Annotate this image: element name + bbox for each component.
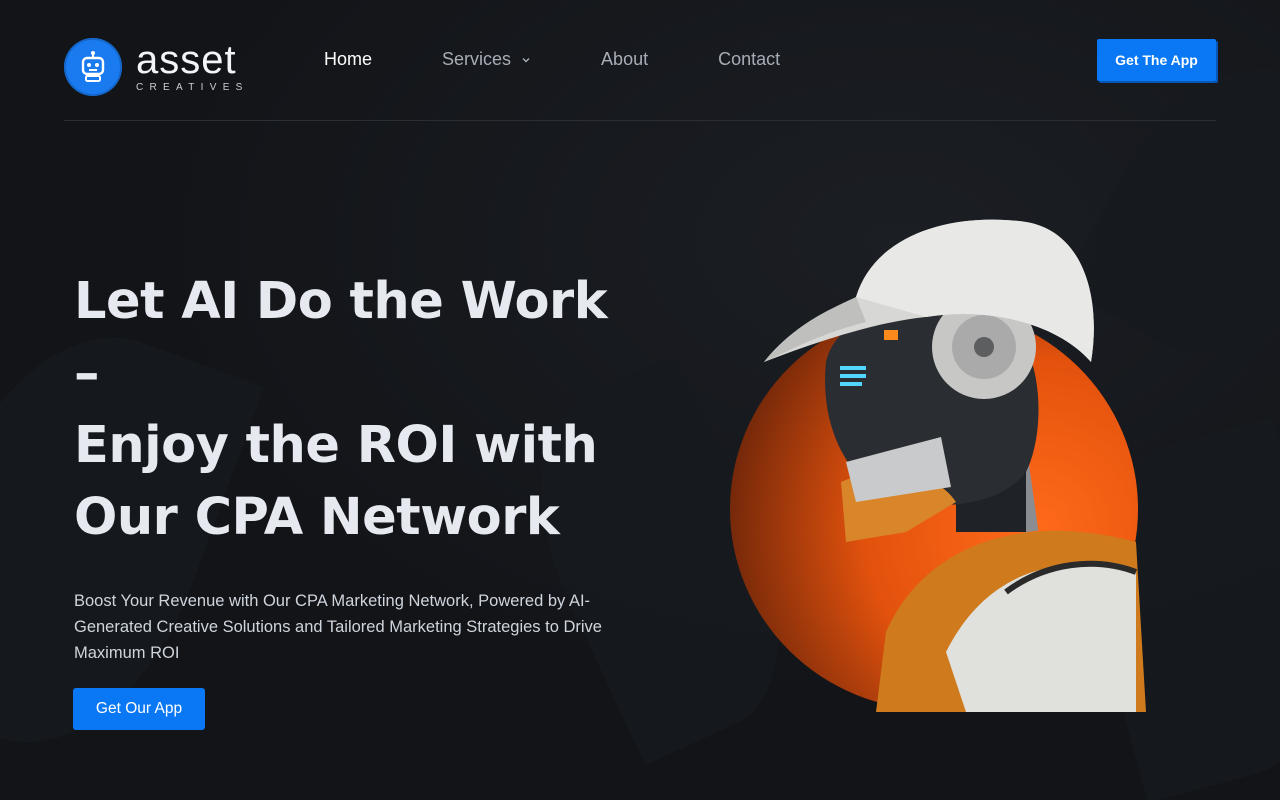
hero-title: Let AI Do the Work – Enjoy the ROI with … bbox=[74, 266, 634, 554]
nav-services[interactable]: Services bbox=[442, 49, 531, 70]
hero-title-line: Our CPA Network bbox=[74, 488, 560, 547]
hero-section: Let AI Do the Work – Enjoy the ROI with … bbox=[74, 266, 634, 729]
nav-home[interactable]: Home bbox=[324, 49, 372, 70]
hero-robot-image bbox=[726, 212, 1146, 712]
chevron-down-icon bbox=[522, 57, 530, 62]
site-header: asset CREATIVES Home Services About Cont… bbox=[64, 0, 1216, 121]
brand-tagline: CREATIVES bbox=[136, 81, 249, 93]
brand-name: asset bbox=[136, 37, 237, 82]
main-nav: Home Services About Contact bbox=[324, 49, 850, 70]
get-the-app-button[interactable]: Get The App bbox=[1097, 39, 1216, 81]
hero-title-line: Enjoy the ROI with bbox=[74, 416, 598, 475]
nav-about-label: About bbox=[601, 49, 649, 69]
hero-description: Boost Your Revenue with Our CPA Marketin… bbox=[74, 592, 602, 662]
nav-about[interactable]: About bbox=[601, 49, 648, 70]
robot-icon bbox=[64, 38, 122, 96]
nav-services-label: Services bbox=[442, 49, 512, 69]
nav-contact[interactable]: Contact bbox=[718, 49, 780, 70]
nav-contact-label: Contact bbox=[718, 49, 781, 69]
nav-home-label: Home bbox=[324, 49, 373, 69]
robot-illustration bbox=[764, 219, 1146, 712]
hero-title-line: Let AI Do the Work – bbox=[74, 272, 608, 403]
get-our-app-button[interactable]: Get Our App bbox=[74, 689, 204, 729]
brand-logo[interactable]: asset CREATIVES bbox=[64, 38, 249, 96]
page: asset CREATIVES Home Services About Cont… bbox=[0, 0, 1280, 800]
